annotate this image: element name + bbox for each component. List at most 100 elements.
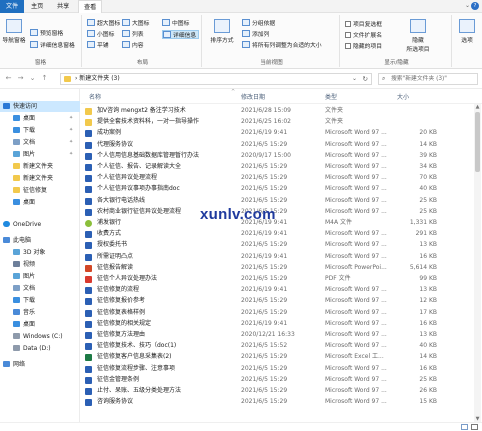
preview-pane-button[interactable]: 预览窗格: [30, 29, 63, 38]
file-row[interactable]: 农村商业银行征信异议处理流程 2021/6/5 15:29 Microsoft Wo…: [81, 207, 471, 217]
nav-this-pc[interactable]: 此电脑: [0, 235, 80, 246]
tab-file[interactable]: 文件: [0, 0, 24, 13]
nav-music[interactable]: 音乐: [0, 307, 80, 318]
file-row[interactable]: 加V咨询 mengxt2 备注学习技术 2021/6/28 15:09 文件夹: [81, 106, 471, 116]
nav-new-folder[interactable]: 新建文件夹: [0, 173, 80, 184]
nav-credit-repair[interactable]: 征信修复: [0, 185, 80, 196]
sort-ascending-icon: ^: [231, 89, 236, 95]
file-row[interactable]: 授权委托书 2021/6/5 15:29 Microsoft Word 97 ...…: [81, 240, 471, 250]
scroll-up-icon[interactable]: ▲: [474, 104, 481, 110]
file-size: 5,614 KB: [409, 263, 437, 271]
file-row[interactable]: 征信修复方法理由 2020/12/21 16:33 Microsoft Word 9…: [81, 330, 471, 340]
nav-pictures[interactable]: 图片 ✦: [0, 149, 80, 160]
file-row[interactable]: 各大银行电话热线 2021/6/5 15:29 Microsoft Word 97 …: [81, 196, 471, 206]
scroll-thumb[interactable]: [475, 112, 480, 172]
content-view-button[interactable]: 内容: [122, 41, 144, 50]
file-row[interactable]: 征信修复的流程 2021/6/19 9:41 Microsoft Word 97 .…: [81, 285, 471, 295]
nav-downloads-2[interactable]: 下载: [0, 295, 80, 306]
tiles-view-button[interactable]: 平铺: [87, 41, 109, 50]
nav-videos[interactable]: 视频: [0, 259, 80, 270]
file-row[interactable]: 收费方式 2021/6/19 9:41 Microsoft Word 97 ... 2…: [81, 229, 471, 239]
recent-locations-icon[interactable]: ⌄: [28, 74, 37, 82]
nav-data-d[interactable]: Data (D:): [0, 343, 80, 354]
file-row[interactable]: 浦发银行 2021/6/19 9:41 M4A 文件 1,331 KB: [81, 218, 471, 228]
nav-new-folder[interactable]: 新建文件夹: [0, 161, 80, 172]
file-row[interactable]: 征信修复流程步骤、注意事项 2021/6/5 15:29 Microsoft Wor…: [81, 364, 471, 374]
file-date: 2020/9/17 15:00: [241, 151, 291, 159]
file-row[interactable]: 个人征信、报告、记录解读大全 2021/6/5 15:29 Microsoft Wo…: [81, 162, 471, 172]
file-row[interactable]: 征信修复技术、技巧（doc(1) 2021/6/5 15:52 Microsoft …: [81, 341, 471, 351]
file-row[interactable]: 成功案例 2021/6/19 9:41 Microsoft Word 97 ... 2…: [81, 128, 471, 138]
nav-network[interactable]: 网络: [0, 359, 80, 370]
file-row[interactable]: 征信修复客户信息采集表(2) 2021/6/5 15:29 Microsoft Ex…: [81, 352, 471, 362]
navigation-pane: 快速访问 桌面 ✦ 下载 ✦ 文档 ✦ 图片 ✦ 新建文件夹 新建文件夹 征信修复 桌面…: [0, 89, 80, 431]
tab-share[interactable]: 共享: [52, 0, 74, 13]
details-view-icon[interactable]: [461, 424, 468, 430]
help-icon[interactable]: ?: [471, 2, 479, 10]
details-pane-button[interactable]: 详细信息窗格: [30, 41, 75, 50]
word-doc-icon: [85, 309, 92, 317]
nav-documents[interactable]: 文档 ✦: [0, 137, 80, 148]
search-input[interactable]: ⌕ 搜索"新建文件夹 (3)": [378, 73, 478, 85]
column-date[interactable]: 修改日期: [241, 92, 265, 104]
small-icons-button[interactable]: 小图标: [87, 30, 114, 39]
hide-selected-label-2: 所选项目: [406, 47, 430, 53]
file-row[interactable]: 征信修复表格样例 2021/6/5 15:29 Microsoft Word 97 …: [81, 308, 471, 318]
large-icons-view-icon[interactable]: [471, 424, 478, 430]
fit-columns-button[interactable]: 将所有列调整为合适的大小: [242, 41, 322, 50]
address-field[interactable]: › 新建文件夹 (3) ⌄ ↻: [60, 73, 372, 85]
large-icons-button[interactable]: 大图标: [122, 19, 149, 28]
hide-selected-button[interactable]: 隐藏 所选项目: [404, 19, 432, 53]
file-row[interactable]: 征信个人异议处理办法 2021/6/5 15:29 PDF 文件 99 KB: [81, 274, 471, 284]
details-view-button[interactable]: 详细信息: [162, 30, 200, 39]
file-row[interactable]: 个人征信异议处理流程 2021/6/5 15:29 Microsoft Word 9…: [81, 173, 471, 183]
column-size[interactable]: 大小: [397, 92, 409, 104]
nav-pictures-2[interactable]: 图片: [0, 271, 80, 282]
file-extensions-toggle[interactable]: 文件扩展名: [345, 32, 382, 41]
nav-desktop-2[interactable]: 桌面: [0, 197, 80, 208]
address-dropdown-icon[interactable]: ⌄: [352, 74, 357, 84]
column-type[interactable]: 类型: [325, 92, 337, 104]
column-name[interactable]: 名称: [89, 92, 101, 104]
computer-icon: [3, 237, 10, 243]
file-row[interactable]: 征信金管理条例 2021/6/5 15:29 Microsoft Word 97 .…: [81, 375, 471, 385]
nav-quick-access[interactable]: 快速访问: [0, 101, 80, 112]
nav-downloads[interactable]: 下载 ✦: [0, 125, 80, 136]
tab-view[interactable]: 查看: [78, 0, 103, 14]
add-columns-button[interactable]: 添加列: [242, 30, 269, 39]
sort-by-button[interactable]: 排序方式: [208, 19, 236, 44]
nav-desktop[interactable]: 桌面 ✦: [0, 113, 80, 124]
file-row[interactable]: 止付、呆账、五级分类处理方法 2021/6/5 15:29 Microsoft Wo…: [81, 386, 471, 396]
forward-icon[interactable]: →: [16, 74, 25, 82]
file-size: 16 KB: [419, 364, 437, 372]
hidden-items-toggle[interactable]: 隐藏的项目: [345, 43, 382, 52]
file-row[interactable]: 征信修复报价参考 2021/6/5 15:29 Microsoft Word 97 …: [81, 296, 471, 306]
file-row[interactable]: 征信报告解读 2021/6/5 15:29 Microsoft PowerPoi..…: [81, 263, 471, 273]
file-row[interactable]: 征信修复的相关规定 2021/6/19 9:41 Microsoft Word 97…: [81, 319, 471, 329]
file-row[interactable]: 代理服务协议 2021/6/5 15:29 Microsoft Word 97 ..…: [81, 140, 471, 150]
medium-icons-button[interactable]: 中图标: [162, 19, 189, 28]
nav-onedrive[interactable]: OneDrive: [0, 219, 80, 230]
vertical-scrollbar[interactable]: ▲ ▼: [474, 104, 481, 422]
up-icon[interactable]: ↑: [40, 74, 49, 82]
file-row[interactable]: 提供全套技术资料科，一对一指导操作 2021/6/25 16:02 文件夹: [81, 117, 471, 127]
collapse-ribbon-icon[interactable]: ⌄: [465, 2, 470, 9]
file-row[interactable]: 个人征信异议事项办事指南doc 2021/6/5 15:29 Microsoft W…: [81, 184, 471, 194]
xl-icons-button[interactable]: 超大图标: [87, 19, 120, 28]
file-row[interactable]: 咨询服务协议 2021/6/5 15:29 Microsoft Word 97 ..…: [81, 397, 471, 407]
nav-3d-objects[interactable]: 3D 对象: [0, 247, 80, 258]
navpane-button[interactable]: 导航窗格: [2, 19, 26, 44]
file-row[interactable]: 个人信用信息基础数据库管理暂行办法 2020/9/17 15:00 Microsof…: [81, 151, 471, 161]
tab-home[interactable]: 主页: [26, 0, 48, 13]
file-row[interactable]: 所需证明凸点 2021/6/19 9:41 Microsoft Word 97 ..…: [81, 252, 471, 262]
item-checkboxes-toggle[interactable]: 项目复选框: [345, 21, 382, 30]
nav-windows-c[interactable]: Windows (C:): [0, 331, 80, 342]
options-button[interactable]: 选项: [454, 19, 480, 44]
nav-documents-2[interactable]: 文档: [0, 283, 80, 294]
back-icon[interactable]: ←: [4, 74, 13, 82]
list-view-button[interactable]: 列表: [122, 30, 144, 39]
nav-desktop-3[interactable]: 桌面: [0, 319, 80, 330]
group-by-button[interactable]: 分组依据: [242, 19, 275, 28]
file-date: 2021/6/5 15:29: [241, 308, 288, 316]
refresh-icon[interactable]: ↻: [363, 74, 368, 84]
